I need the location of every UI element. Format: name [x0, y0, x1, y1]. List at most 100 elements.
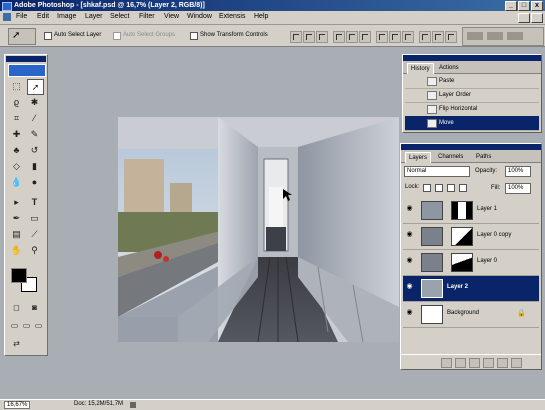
- foreground-color-swatch[interactable]: [11, 268, 27, 283]
- notes-tool-icon[interactable]: ▤: [9, 227, 24, 241]
- layer-row[interactable]: ◉ Layer 0: [403, 250, 539, 276]
- layer-row[interactable]: ◉ Layer 1: [403, 198, 539, 224]
- tab-channels[interactable]: Channels: [435, 152, 466, 162]
- adobe-online-button[interactable]: [8, 64, 46, 77]
- layer-row-selected[interactable]: ◉ Layer 2: [403, 276, 539, 302]
- blend-mode-select[interactable]: Normal: [404, 166, 470, 177]
- eye-icon[interactable]: ◉: [406, 257, 413, 264]
- path-selection-tool-icon[interactable]: ▸: [9, 195, 24, 209]
- distribute-hcenter-button[interactable]: [432, 31, 444, 43]
- eye-icon[interactable]: ◉: [406, 283, 413, 290]
- lasso-tool-icon[interactable]: ϱ: [9, 95, 24, 109]
- standard-mode-icon[interactable]: ◻: [9, 301, 24, 315]
- menu-help[interactable]: Help: [254, 13, 268, 20]
- distribute-top-button[interactable]: [376, 31, 388, 43]
- marquee-tool-icon[interactable]: ⬚: [9, 79, 24, 93]
- palette-well-tab[interactable]: [487, 32, 503, 40]
- palette-well[interactable]: [462, 27, 544, 46]
- doc-restore-button[interactable]: [518, 13, 530, 23]
- toolbox-titlebar[interactable]: [6, 56, 46, 62]
- magic-wand-tool-icon[interactable]: ✱: [27, 95, 42, 109]
- trash-icon[interactable]: [511, 358, 522, 368]
- adjustment-layer-button[interactable]: [483, 358, 494, 368]
- menu-window[interactable]: Window: [187, 13, 212, 20]
- screen-mode-full-icon[interactable]: ▭: [31, 319, 46, 333]
- align-hcenter-button[interactable]: [346, 31, 358, 43]
- lock-all-checkbox[interactable]: [459, 184, 467, 192]
- new-layer-button[interactable]: [497, 358, 508, 368]
- eyedropper-tool-icon[interactable]: ⟋: [27, 227, 42, 241]
- move-tool-icon[interactable]: ➚: [27, 79, 44, 95]
- history-item-selected[interactable]: Move: [405, 116, 539, 131]
- auto-select-layer-checkbox[interactable]: [44, 32, 52, 40]
- zoom-field[interactable]: 16,67%: [4, 401, 31, 409]
- tab-layers[interactable]: Layers: [405, 152, 432, 163]
- align-vcenter-button[interactable]: [303, 31, 315, 43]
- align-top-button[interactable]: [290, 31, 302, 43]
- gradient-tool-icon[interactable]: ▮: [27, 159, 42, 173]
- menu-filter[interactable]: Filter: [139, 13, 155, 20]
- tab-history[interactable]: History: [407, 63, 434, 74]
- lock-pixels-checkbox[interactable]: [435, 184, 443, 192]
- healing-brush-tool-icon[interactable]: ✚: [9, 127, 24, 141]
- new-set-button[interactable]: [469, 358, 480, 368]
- tab-actions[interactable]: Actions: [436, 63, 462, 73]
- lock-position-checkbox[interactable]: [447, 184, 455, 192]
- eraser-tool-icon[interactable]: ◇: [9, 159, 24, 173]
- menu-edit[interactable]: Edit: [37, 13, 49, 20]
- shape-tool-icon[interactable]: ▭: [27, 211, 42, 225]
- layer-row[interactable]: ◉ Layer 0 copy: [403, 224, 539, 250]
- layer-row[interactable]: ◉ Background 🔒: [403, 302, 539, 328]
- menu-view[interactable]: View: [164, 13, 179, 20]
- doc-close-button[interactable]: [531, 13, 543, 23]
- crop-tool-icon[interactable]: ⌗: [9, 111, 24, 125]
- dodge-tool-icon[interactable]: ●: [27, 175, 42, 189]
- document-icon[interactable]: [3, 13, 11, 21]
- close-button[interactable]: x: [531, 1, 543, 11]
- distribute-left-button[interactable]: [419, 31, 431, 43]
- history-brush-tool-icon[interactable]: ↺: [27, 143, 42, 157]
- eye-icon[interactable]: ◉: [406, 309, 413, 316]
- layer-style-button[interactable]: [441, 358, 452, 368]
- status-arrow-icon[interactable]: [130, 402, 136, 408]
- opacity-field[interactable]: 100%: [505, 166, 531, 177]
- history-item[interactable]: Paste: [405, 74, 539, 89]
- tab-paths[interactable]: Paths: [473, 152, 494, 162]
- menu-layer[interactable]: Layer: [85, 13, 103, 20]
- distribute-bottom-button[interactable]: [402, 31, 414, 43]
- eye-icon[interactable]: ◉: [406, 231, 413, 238]
- distribute-vcenter-button[interactable]: [389, 31, 401, 43]
- document-canvas[interactable]: [118, 117, 399, 342]
- quick-mask-mode-icon[interactable]: ◙: [27, 301, 42, 315]
- minimize-button[interactable]: _: [505, 1, 517, 11]
- maximize-button[interactable]: □: [518, 1, 530, 11]
- show-transform-controls-checkbox[interactable]: [190, 32, 198, 40]
- menu-file[interactable]: File: [16, 13, 27, 20]
- align-bottom-button[interactable]: [316, 31, 328, 43]
- add-mask-button[interactable]: [455, 358, 466, 368]
- brush-tool-icon[interactable]: ✎: [27, 127, 42, 141]
- align-right-button[interactable]: [359, 31, 371, 43]
- layer-name: Layer 1: [477, 206, 498, 212]
- slice-tool-icon[interactable]: ⁄: [27, 111, 42, 125]
- pen-tool-icon[interactable]: ✒: [9, 211, 24, 225]
- tool-preset-picker[interactable]: ➚: [8, 28, 36, 45]
- zoom-tool-icon[interactable]: ⚲: [27, 243, 42, 257]
- clone-stamp-tool-icon[interactable]: ♣: [9, 143, 24, 157]
- history-item[interactable]: Flip Horizontal: [405, 102, 539, 117]
- fill-field[interactable]: 100%: [505, 183, 531, 194]
- distribute-right-button[interactable]: [445, 31, 457, 43]
- history-item[interactable]: Layer Order: [405, 88, 539, 103]
- jump-to-imageready-icon[interactable]: ⇄: [9, 337, 24, 351]
- lock-transparency-checkbox[interactable]: [423, 184, 431, 192]
- palette-well-tab[interactable]: [467, 32, 483, 40]
- hand-tool-icon[interactable]: ✋: [9, 243, 24, 257]
- palette-well-tab[interactable]: [507, 32, 523, 40]
- menu-extensis[interactable]: Extensis: [219, 13, 245, 20]
- menu-select[interactable]: Select: [110, 13, 129, 20]
- align-left-button[interactable]: [333, 31, 345, 43]
- type-tool-icon[interactable]: T: [27, 195, 42, 209]
- blur-tool-icon[interactable]: 💧: [9, 175, 24, 189]
- eye-icon[interactable]: ◉: [406, 205, 413, 212]
- menu-image[interactable]: Image: [57, 13, 76, 20]
